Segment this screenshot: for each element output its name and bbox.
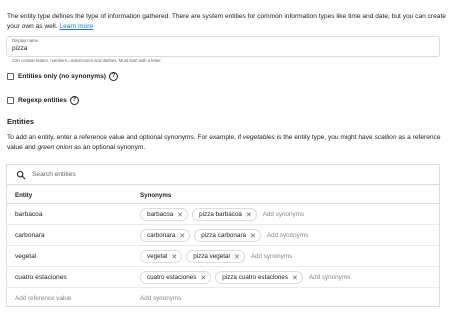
synonym-label: cuatro estaciones: [147, 274, 197, 281]
table-row: cuatro estaciones cuatro estaciones ✕ piz…: [7, 267, 439, 288]
help-icon[interactable]: ?: [108, 72, 118, 81]
synonym-label: barbacoa: [147, 211, 174, 218]
entity-reference-value[interactable]: barbacoa: [15, 211, 43, 218]
search-entities-input[interactable]: Search entities: [32, 171, 76, 178]
help-icon[interactable]: ?: [69, 96, 79, 105]
synonym-chip[interactable]: pizza cuatro estaciones ✕: [215, 271, 303, 284]
synonym-chip[interactable]: carbonara ✕: [140, 229, 191, 242]
synonym-chip[interactable]: pizza barbacoa ✕: [192, 208, 257, 221]
desc-emphasis: scallion: [374, 134, 397, 141]
entity-reference-value[interactable]: cuatro estaciones: [15, 274, 67, 281]
synonym-list: cuatro estaciones ✕ pizza cuatro estacion…: [140, 271, 350, 284]
display-name-field[interactable]: Display name pizza: [6, 36, 440, 57]
new-entity-row: Add reference value Add synonyms: [7, 288, 439, 308]
desc-text: as an optional synonym.: [72, 143, 146, 151]
synonym-label: vegetal: [147, 253, 168, 260]
close-icon[interactable]: ✕: [250, 232, 256, 240]
synonym-label: pizza vegetal: [193, 253, 230, 260]
synonym-chip[interactable]: pizza vegetal ✕: [186, 250, 245, 263]
desc-text: To add an entity, enter a reference valu…: [7, 134, 243, 141]
entities-only-checkbox[interactable]: [7, 73, 14, 80]
add-synonyms-input[interactable]: Add synonyms: [251, 253, 292, 260]
table-header: Entity Synonyms: [7, 185, 439, 204]
close-icon[interactable]: ✕: [246, 211, 252, 219]
close-icon[interactable]: ✕: [292, 274, 298, 282]
entity-reference-value[interactable]: carbonara: [15, 232, 45, 239]
column-header-synonyms: Synonyms: [140, 192, 172, 199]
desc-emphasis: green onion: [37, 143, 73, 151]
entities-section-description: To add an entity, enter a reference valu…: [7, 133, 447, 152]
close-icon[interactable]: ✕: [171, 253, 177, 261]
synonym-label: pizza carbonara: [201, 232, 247, 239]
add-synonyms-input[interactable]: Add synonyms: [140, 295, 181, 302]
add-synonyms-input[interactable]: Add synonyms: [263, 211, 304, 218]
synonym-list: barbacoa ✕ pizza barbacoa ✕ Add synonyms: [140, 208, 304, 221]
add-synonyms-input[interactable]: Add synonyms: [267, 232, 308, 239]
synonym-label: pizza barbacoa: [199, 211, 242, 218]
display-name-label: Display name: [12, 38, 39, 43]
close-icon[interactable]: ✕: [234, 253, 240, 261]
entity-reference-value[interactable]: vegetal: [15, 253, 36, 260]
synonym-chip[interactable]: pizza carbonara ✕: [194, 229, 261, 242]
synonym-label: carbonara: [147, 232, 176, 239]
entities-section-title: Entities: [7, 117, 35, 126]
search-icon: [16, 170, 26, 180]
column-header-entity: Entity: [15, 192, 33, 199]
add-reference-value-input[interactable]: Add reference value: [15, 295, 71, 302]
synonym-chip[interactable]: cuatro estaciones ✕: [140, 271, 212, 284]
regexp-label: Regexp entities: [18, 97, 67, 104]
close-icon[interactable]: ✕: [177, 211, 183, 219]
search-entities-bar[interactable]: Search entities: [7, 165, 439, 185]
synonym-chip[interactable]: barbacoa ✕: [140, 208, 189, 221]
entities-only-label: Entities only (no synonyms): [18, 73, 106, 80]
display-name-hint: Can contain letters, numbers, underscore…: [12, 58, 162, 63]
close-icon[interactable]: ✕: [200, 274, 206, 282]
learn-more-link[interactable]: Learn more: [59, 23, 93, 30]
entities-table: Search entities Entity Synonyms barbacoa…: [6, 164, 440, 307]
desc-text: is the entity type, you might have: [274, 134, 375, 141]
synonym-list: vegetal ✕ pizza vegetal ✕ Add synonyms: [140, 250, 292, 263]
table-row: carbonara carbonara ✕ pizza carbonara ✕ Ad…: [7, 225, 439, 246]
table-row: vegetal vegetal ✕ pizza vegetal ✕ Add syno…: [7, 246, 439, 267]
synonym-label: pizza cuatro estaciones: [222, 274, 289, 281]
desc-emphasis: vegetables: [242, 134, 275, 141]
synonym-list: carbonara ✕ pizza carbonara ✕ Add synonyms: [140, 229, 308, 242]
intro-text: The entity type defines the type of info…: [7, 12, 447, 31]
synonym-chip[interactable]: vegetal ✕: [140, 250, 183, 263]
regexp-checkbox[interactable]: [7, 97, 14, 104]
display-name-value[interactable]: pizza: [12, 45, 27, 52]
entities-only-option[interactable]: Entities only (no synonyms) ?: [7, 72, 118, 81]
close-icon[interactable]: ✕: [179, 232, 185, 240]
add-synonyms-input[interactable]: Add synonyms: [309, 274, 350, 281]
regexp-option[interactable]: Regexp entities ?: [7, 96, 79, 105]
table-row: barbacoa barbacoa ✕ pizza barbacoa ✕ Add s…: [7, 204, 439, 225]
